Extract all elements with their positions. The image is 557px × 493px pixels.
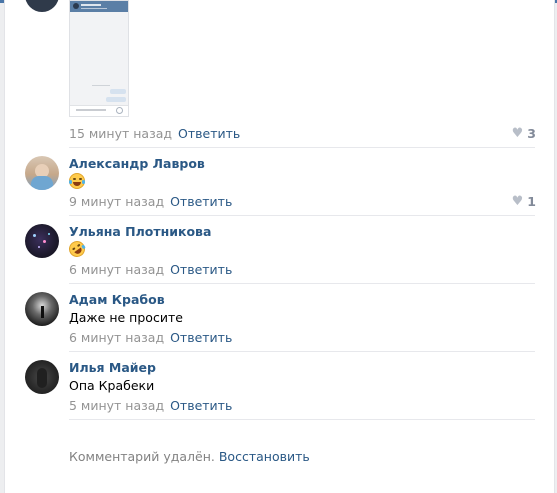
avatar[interactable] bbox=[25, 0, 59, 12]
heart-icon: ♥ bbox=[511, 126, 524, 141]
reply-link[interactable]: Ответить bbox=[170, 194, 232, 209]
reply-link[interactable]: Ответить bbox=[170, 398, 232, 413]
comment-item: Илья Майер Опа Крабеки bbox=[69, 360, 535, 393]
comments-card: 15 минут назад Ответить ♥ 3 Александр Лав… bbox=[4, 0, 555, 493]
comment-meta: 5 минут назад Ответить bbox=[69, 398, 232, 413]
heart-icon: ♥ bbox=[511, 194, 524, 209]
comment-meta: 6 минут назад Ответить bbox=[69, 330, 232, 345]
attached-screenshot[interactable] bbox=[69, 0, 129, 117]
reply-link[interactable]: Ответить bbox=[178, 126, 240, 141]
comment-item: Александр Лавров bbox=[69, 156, 535, 189]
deleted-comment-notice: Комментарий удалён. Восстановить bbox=[69, 449, 310, 464]
divider bbox=[69, 351, 535, 352]
like-button[interactable]: ♥ 1 bbox=[512, 194, 536, 209]
comment-meta: 15 минут назад Ответить bbox=[69, 126, 240, 141]
rolling-on-floor-laughing-icon bbox=[65, 237, 89, 261]
like-count: 1 bbox=[527, 194, 536, 209]
comment-item: Адам Крабов Даже не просите bbox=[69, 292, 535, 325]
deleted-text: Комментарий удалён. bbox=[69, 449, 215, 464]
comment-time[interactable]: 5 минут назад bbox=[69, 398, 164, 413]
author-name[interactable]: Ульяна Плотникова bbox=[69, 224, 211, 239]
author-name[interactable]: Александр Лавров bbox=[69, 156, 205, 171]
author-name[interactable]: Илья Майер bbox=[69, 360, 156, 375]
comment-meta: 9 минут назад Ответить bbox=[69, 194, 232, 209]
like-count: 3 bbox=[527, 126, 536, 141]
comment-item: Ульяна Плотникова bbox=[65, 224, 535, 261]
avatar[interactable] bbox=[25, 156, 59, 190]
comment-time[interactable]: 9 минут назад bbox=[69, 194, 164, 209]
reply-link[interactable]: Ответить bbox=[170, 262, 232, 277]
comment-text: Даже не просите bbox=[69, 310, 183, 325]
like-button[interactable]: ♥ 3 bbox=[512, 126, 536, 141]
comment-time[interactable]: 15 минут назад bbox=[69, 126, 172, 141]
reply-link[interactable]: Ответить bbox=[170, 330, 232, 345]
face-with-tears-of-joy-icon bbox=[69, 173, 85, 189]
comment-time[interactable]: 6 минут назад bbox=[69, 330, 164, 345]
divider bbox=[69, 147, 535, 148]
comment-meta: 6 минут назад Ответить bbox=[69, 262, 232, 277]
comment-time[interactable]: 6 минут назад bbox=[69, 262, 164, 277]
comment-text: Опа Крабеки bbox=[69, 378, 155, 393]
avatar[interactable] bbox=[25, 224, 59, 258]
divider bbox=[69, 419, 535, 420]
author-name[interactable]: Адам Крабов bbox=[69, 292, 165, 307]
avatar[interactable] bbox=[25, 360, 59, 394]
restore-link[interactable]: Восстановить bbox=[219, 449, 310, 464]
divider bbox=[69, 215, 535, 216]
divider bbox=[69, 283, 535, 284]
avatar[interactable] bbox=[25, 292, 59, 326]
